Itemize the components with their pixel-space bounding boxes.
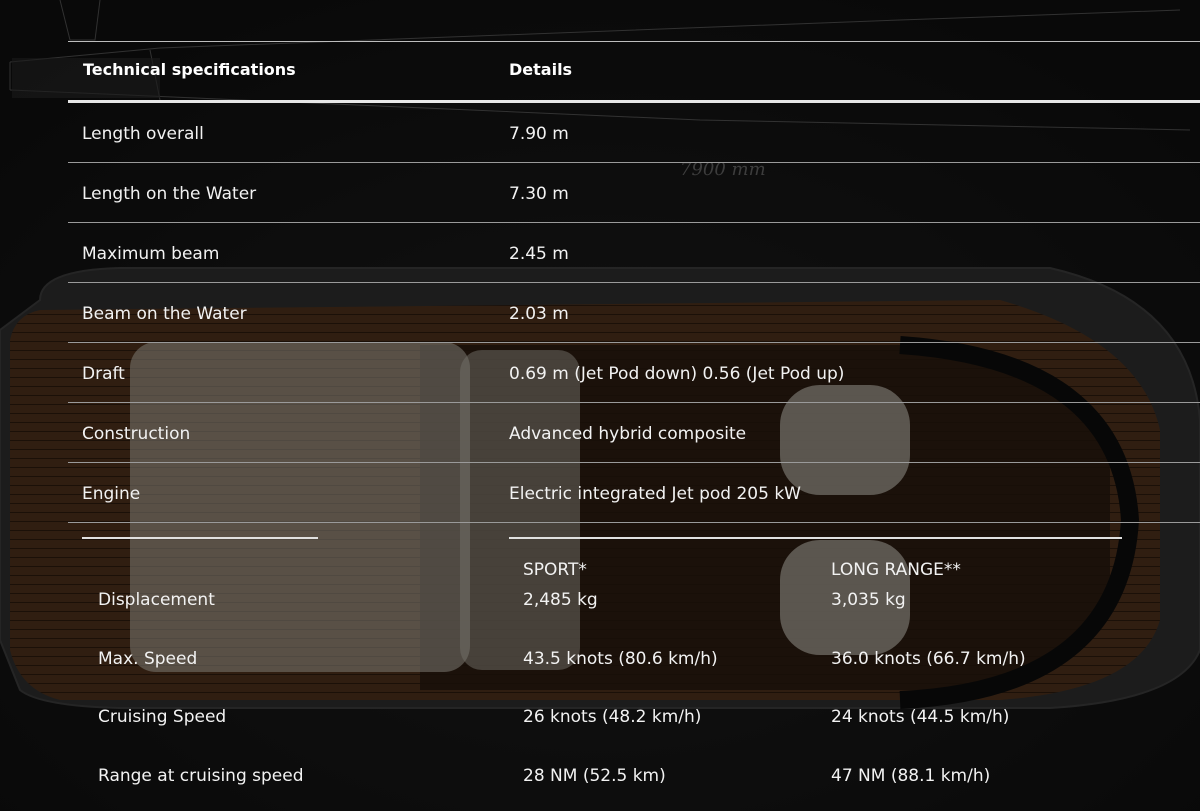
sport-value: 26 knots (48.2 km/h) (523, 707, 702, 727)
long-range-value: 36.0 knots (66.7 km/h) (831, 649, 1026, 669)
subtable-divider-right (509, 537, 1122, 539)
subtable-divider-left (82, 537, 318, 539)
table-row: Draft 0.69 m (Jet Pod down) 0.56 (Jet Po… (0, 343, 1200, 403)
top-rule (68, 41, 1200, 42)
column-header-sport: SPORT* (523, 560, 587, 580)
table-row: Length overall 7.90 m (0, 103, 1200, 163)
subtable-label: Max. Speed (98, 649, 198, 669)
sport-value: 28 NM (52.5 km) (523, 766, 666, 786)
row-label: Length on the Water (82, 184, 257, 204)
row-value: 7.90 m (509, 124, 569, 144)
table-row: Length on the Water 7.30 m (0, 163, 1200, 223)
sport-value: 2,485 kg (523, 590, 598, 610)
subtable-label: Displacement (98, 590, 215, 610)
row-label: Construction (82, 424, 191, 444)
row-value: 2.03 m (509, 304, 569, 324)
row-value: 0.69 m (Jet Pod down) 0.56 (Jet Pod up) (509, 364, 845, 384)
sport-value: 43.5 knots (80.6 km/h) (523, 649, 718, 669)
row-divider (68, 522, 1200, 523)
long-range-value: 3,035 kg (831, 590, 906, 610)
row-label: Maximum beam (82, 244, 220, 264)
table-row: Engine Electric integrated Jet pod 205 k… (0, 463, 1200, 523)
table-row: Construction Advanced hybrid composite (0, 403, 1200, 463)
table-row: Maximum beam 2.45 m (0, 223, 1200, 283)
column-header-long-range: LONG RANGE** (831, 560, 961, 580)
row-label: Beam on the Water (82, 304, 247, 324)
long-range-value: 24 knots (44.5 km/h) (831, 707, 1010, 727)
subtable-label: Range at cruising speed (98, 766, 304, 786)
header-details: Details (509, 60, 573, 79)
subtable-label: Cruising Speed (98, 707, 227, 727)
row-label: Engine (82, 484, 141, 504)
header-technical-specifications: Technical specifications (83, 60, 296, 79)
row-value: 7.30 m (509, 184, 569, 204)
table-row: Beam on the Water 2.03 m (0, 283, 1200, 343)
row-value: Electric integrated Jet pod 205 kW (509, 484, 801, 504)
long-range-value: 47 NM (88.1 km/h) (831, 766, 991, 786)
row-value: 2.45 m (509, 244, 569, 264)
row-label: Length overall (82, 124, 204, 144)
row-value: Advanced hybrid composite (509, 424, 747, 444)
row-label: Draft (82, 364, 125, 384)
